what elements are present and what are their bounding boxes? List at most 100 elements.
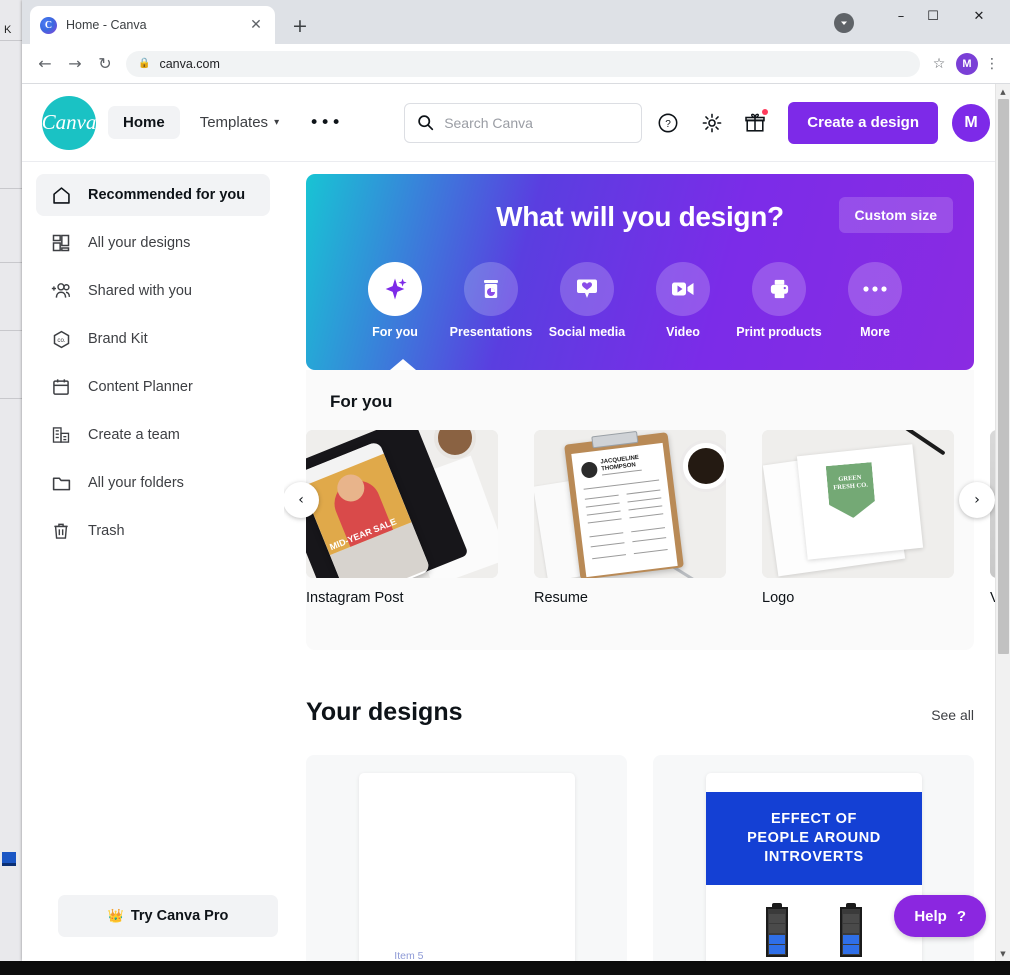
template-card-instagram-post[interactable]: MID-YEAR SALE Instagram Post xyxy=(306,430,498,606)
template-card-logo[interactable]: GREEN FRESH CO. Logo xyxy=(762,430,954,606)
hero-category-print-products[interactable]: Print products xyxy=(736,262,822,339)
carousel-prev-button[interactable]: ‹ xyxy=(284,482,319,518)
battery-row: 2 PEOPLE 4 PEOPLE xyxy=(706,903,922,961)
nav-more-button[interactable]: ••• xyxy=(297,105,354,141)
sidebar-item-create-team[interactable]: Create a team xyxy=(36,414,270,456)
sidebar-item-label: Trash xyxy=(88,523,125,539)
scrollbar-thumb[interactable] xyxy=(998,99,1009,654)
hero-banner: What will you design? Custom size For yo… xyxy=(306,174,974,370)
help-label: Help xyxy=(914,907,947,925)
user-avatar[interactable]: M xyxy=(952,103,990,142)
window-maximize-button[interactable]: ☐ xyxy=(910,0,956,32)
hero-category-label: Video xyxy=(666,325,700,339)
design-preview: Item 5 13.6% Item 1 18.2% Item 4 xyxy=(359,773,575,961)
star-icon[interactable]: ☆ xyxy=(926,51,952,77)
hero-category-video[interactable]: Video xyxy=(652,262,714,339)
back-button[interactable]: ← xyxy=(30,49,60,79)
sidebar-item-trash[interactable]: Trash xyxy=(36,510,270,552)
search-placeholder: Search Canva xyxy=(444,114,533,131)
address-bar[interactable]: 🔒 canva.com xyxy=(126,50,920,77)
battery-icon: 4 PEOPLE xyxy=(840,903,862,961)
hero-category-more[interactable]: More xyxy=(844,262,906,339)
scroll-down-arrow[interactable]: ▼ xyxy=(996,946,1010,961)
hero-category-presentations[interactable]: Presentations xyxy=(450,262,532,339)
scroll-up-arrow[interactable]: ▲ xyxy=(996,84,1010,99)
new-tab-button[interactable]: + xyxy=(286,12,314,40)
hero-category-label: Social media xyxy=(548,325,626,339)
browser-toolbar: ← → ↻ 🔒 canva.com ☆ M ⋮ xyxy=(22,44,1010,84)
sidebar-item-brand-kit[interactable]: co. Brand Kit xyxy=(36,318,270,360)
hero-category-for-you[interactable]: For you xyxy=(364,262,426,339)
sidebar-item-label: All your designs xyxy=(88,235,191,251)
sidebar-item-label: Recommended for you xyxy=(88,187,246,203)
battery-label: 4 PEOPLE xyxy=(840,960,862,961)
template-card-resume[interactable]: JACQUELINE THOMPSON Resume xyxy=(534,430,726,606)
downloads-icon[interactable] xyxy=(834,13,854,33)
kebab-menu-icon[interactable]: ⋮ xyxy=(982,51,1002,77)
printer-icon xyxy=(752,262,806,316)
nav-templates[interactable]: Templates ▾ xyxy=(190,106,289,139)
sidebar-item-label: Create a team xyxy=(88,427,180,443)
crown-icon: 👑 xyxy=(107,908,124,923)
battery-icon: 2 PEOPLE xyxy=(766,903,788,961)
sidebar-item-content-planner[interactable]: Content Planner xyxy=(36,366,270,408)
canva-favicon-icon: C xyxy=(40,16,57,34)
hero-category-social-media[interactable]: Social media xyxy=(549,262,625,339)
nav-home[interactable]: Home xyxy=(108,106,180,139)
folder-icon xyxy=(50,472,72,494)
hero-category-label: Presentations xyxy=(449,325,533,339)
hero-category-label: For you xyxy=(372,325,418,339)
canva-logo[interactable]: Canva xyxy=(42,95,96,150)
browser-profile-avatar[interactable]: M xyxy=(956,52,978,75)
sidebar-item-all-designs[interactable]: All your designs xyxy=(36,222,270,264)
for-you-section: For you ‹ › MID-YEAR SALE Instagram Post… xyxy=(284,370,1010,650)
try-canva-pro-button[interactable]: 👑 Try Canva Pro xyxy=(58,895,278,937)
carousel-next-button[interactable]: › xyxy=(959,482,995,518)
sidebar-item-folders[interactable]: All your folders xyxy=(36,462,270,504)
sidebar-item-label: Content Planner xyxy=(88,379,193,395)
reload-button[interactable]: ↻ xyxy=(90,49,120,79)
infographic-title-band: EFFECT OF PEOPLE AROUND INTROVERTS xyxy=(706,792,922,885)
sidebar: Recommended for you All your designs Sha… xyxy=(22,162,284,961)
sparkle-icon xyxy=(368,262,422,316)
help-button[interactable]: Help ? xyxy=(894,895,986,937)
your-designs-grid: Item 5 13.6% Item 1 18.2% Item 4 xyxy=(306,755,974,961)
create-a-design-button[interactable]: Create a design xyxy=(788,101,938,144)
gear-icon[interactable] xyxy=(695,106,729,140)
design-preview: EFFECT OF PEOPLE AROUND INTROVERTS xyxy=(706,773,922,961)
template-thumbnail: MID-YEAR SALE xyxy=(306,430,498,578)
grid-icon xyxy=(50,232,72,254)
browser-tab[interactable]: C Home - Canva ✕ xyxy=(30,6,275,44)
template-thumbnail: GREEN FRESH CO. xyxy=(762,430,954,578)
add-people-icon xyxy=(50,280,72,302)
help-circle-icon[interactable]: ? xyxy=(652,106,686,140)
heart-chat-icon xyxy=(560,262,614,316)
url-text: canva.com xyxy=(159,56,220,71)
tab-strip: C Home - Canva ✕ + – ☐ ✕ xyxy=(22,0,1010,44)
sidebar-item-recommended[interactable]: Recommended for you xyxy=(36,174,270,216)
battery-label: 2 PEOPLE xyxy=(766,960,788,961)
tab-title: Home - Canva xyxy=(66,18,147,32)
custom-size-button[interactable]: Custom size xyxy=(838,197,953,233)
hero-category-row: For you Presentations Social media Video… xyxy=(364,262,906,339)
window-close-button[interactable]: ✕ xyxy=(956,0,1002,32)
gift-icon[interactable] xyxy=(739,106,773,140)
trash-icon xyxy=(50,520,72,542)
search-input[interactable]: Search Canva xyxy=(404,102,642,143)
nav-templates-label: Templates xyxy=(199,114,269,131)
forward-button[interactable]: → xyxy=(60,49,90,79)
page-scrollbar[interactable]: ▲ ▼ xyxy=(995,84,1010,961)
infographic-title-line1: EFFECT OF xyxy=(771,811,857,827)
infographic-title-line3: INTROVERTS xyxy=(764,849,864,865)
building-icon xyxy=(50,424,72,446)
sidebar-item-shared[interactable]: Shared with you xyxy=(36,270,270,312)
your-designs-title: Your designs xyxy=(306,698,463,726)
see-all-link[interactable]: See all xyxy=(931,707,974,727)
pie-chart: Item 5 13.6% Item 1 18.2% Item 4 xyxy=(359,949,575,961)
design-card-pie-chart[interactable]: Item 5 13.6% Item 1 18.2% Item 4 xyxy=(306,755,627,961)
logo-badge-line2: FRESH CO. xyxy=(832,481,869,492)
close-icon[interactable]: ✕ xyxy=(247,16,265,34)
chevron-down-icon: ▾ xyxy=(274,117,280,128)
sidebar-item-label: Brand Kit xyxy=(88,331,148,347)
search-icon xyxy=(417,114,434,131)
